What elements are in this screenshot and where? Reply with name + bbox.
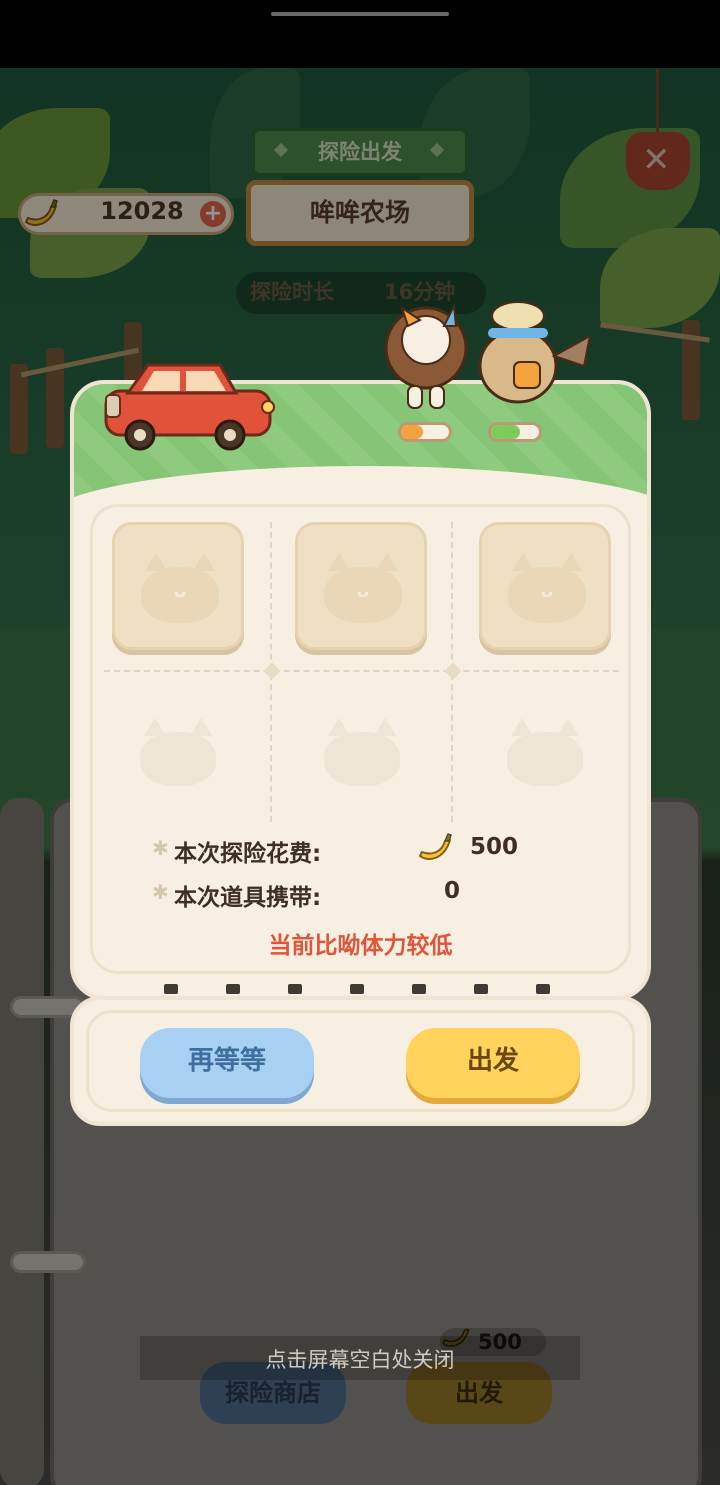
expedition-dialog: ᴗ ᴗ ᴗ ✱ 本次探险花费: 500 ✱ 本次道具携带: 0 当前比呦体力较低 (70, 380, 651, 1000)
companion-slot-3[interactable]: ᴗ (479, 522, 611, 650)
banana-icon (418, 833, 452, 860)
perforation-mark (164, 984, 178, 994)
items-label: 本次道具携带: (174, 885, 322, 911)
perforation-mark (412, 984, 426, 994)
perforation-mark (226, 984, 240, 994)
perforation-mark (350, 984, 364, 994)
status-bar (0, 0, 720, 68)
bullet-icon: ✱ (152, 880, 169, 904)
perforation-mark (474, 984, 488, 994)
close-hint: 点击屏幕空白处关闭 (265, 1348, 455, 1372)
ticket-perforation (118, 984, 604, 996)
stamina-fill (401, 425, 423, 439)
item-slot-1[interactable] (138, 712, 218, 792)
companion-slot-1[interactable]: ᴗ (112, 522, 244, 650)
stamina-fill (491, 425, 520, 439)
cat-placeholder-icon (507, 732, 583, 786)
cost-value: 500 (470, 834, 519, 860)
cat-face: ᴗ (356, 581, 370, 602)
gesture-handle (271, 12, 449, 16)
depart-button[interactable]: 出发 (406, 1028, 580, 1098)
item-slot-2[interactable] (322, 712, 402, 792)
bullet-icon: ✱ (152, 836, 169, 860)
cat-face: ᴗ (540, 581, 554, 602)
item-slot-3[interactable] (505, 712, 585, 792)
perforation-mark (536, 984, 550, 994)
cat-placeholder-icon (140, 732, 216, 786)
low-stamina-warning: 当前比呦体力较低 (268, 933, 453, 959)
perforation-mark (288, 984, 302, 994)
cat-face: ᴗ (173, 581, 187, 602)
cost-label: 本次探险花费: (174, 841, 322, 867)
stamina-bar-right (488, 422, 542, 442)
companion-slot-2[interactable]: ᴗ (295, 522, 427, 650)
stamina-bar-left (398, 422, 452, 442)
lion-cat-character (384, 302, 468, 409)
car-icon (104, 363, 275, 451)
grid-divider (104, 670, 619, 672)
wait-button[interactable]: 再等等 (140, 1028, 314, 1098)
items-value: 0 (444, 878, 461, 904)
cat-placeholder-icon (324, 732, 400, 786)
explorer-cat-character (478, 301, 592, 404)
